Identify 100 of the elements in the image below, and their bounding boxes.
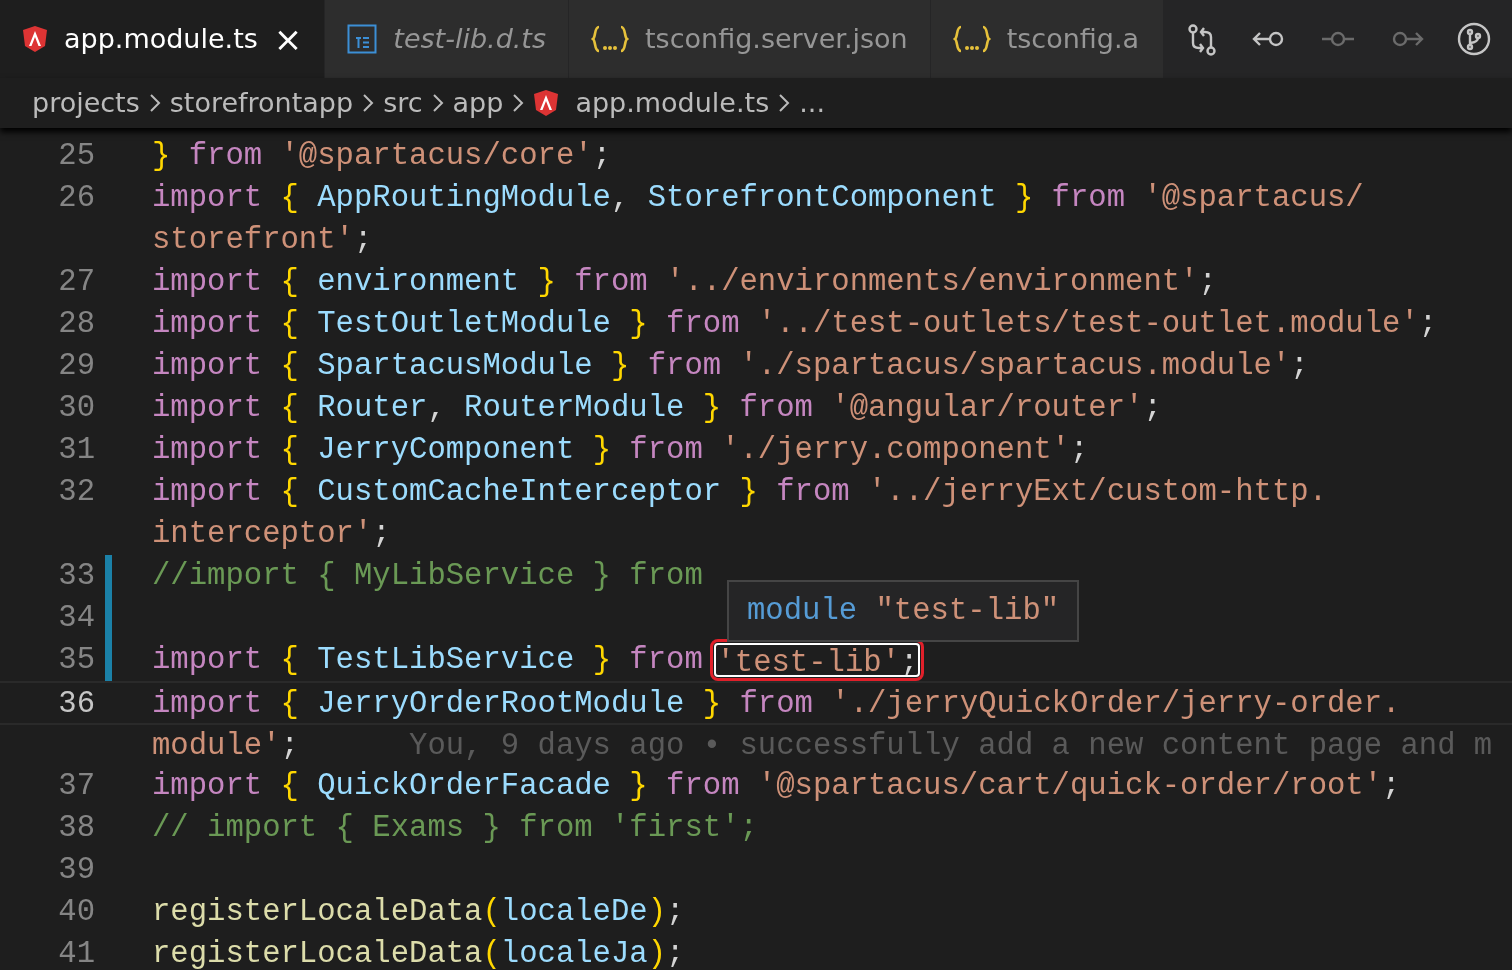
file-type-icon [347,24,378,54]
code-token: localeDe [500,894,648,931]
line-number: 34 [57,600,95,637]
code-token: environment [317,264,520,301]
code-token: interceptor' [152,516,373,553]
shield-icon [22,25,48,53]
code-token: import [152,264,263,301]
code-token: Router [317,390,428,427]
code-token: storefront' [152,222,354,259]
code-token: import [152,306,263,343]
code-token: './jerry.component' [721,432,1070,469]
code-token: } [739,474,758,511]
editor-tab[interactable]: tsconfig.a [930,0,1164,78]
code-token: from [574,264,648,301]
code-token: '@spartacus/ [1143,180,1364,217]
code-token: from [666,306,740,343]
code-token: StorefrontComponent [647,180,997,217]
line-number: 26 [57,180,95,217]
code-token: { [280,180,299,217]
code-token: from [629,642,703,679]
line-number: 27 [57,264,95,301]
code-token: '../test-outlets/test-outlet.module' [757,306,1419,343]
line-number: 28 [57,306,95,343]
code-token: ; [280,728,299,765]
editor-tab[interactable]: tsconfig.server.json [569,0,931,78]
code-token: import [152,432,263,469]
editor-tab[interactable]: test-lib.d.ts [325,0,570,78]
code-token: { [280,642,299,679]
line-number: 39 [57,852,95,889]
code-token: { [280,348,299,385]
code-token: ; [666,936,685,970]
code-token: , [427,390,446,427]
line-number: 25 [57,138,95,175]
code-token: , [611,180,630,217]
line-number: 35 [57,642,95,679]
code-token: registerLocaleData [152,936,483,970]
code-token: } [702,686,722,723]
line-number: 40 [57,894,95,931]
code-token: { [280,768,299,805]
editor-tab[interactable]: app.module.ts × [0,0,326,78]
code-token: from [629,432,703,469]
code-token: } [629,306,648,343]
code-token: ( [482,894,501,931]
code-token: AppRoutingModule [317,180,611,217]
code-token: import [152,642,263,679]
code-token: } [611,348,630,385]
code-token: { [280,474,299,511]
code-token: from [666,768,740,805]
code-token: } [592,642,611,679]
code-token: { [280,686,299,723]
code-token: '@angular/router' [831,390,1144,427]
code-token: } [702,390,722,427]
code-token: ; [1290,348,1309,385]
code-token: } [152,138,171,175]
code-token: './jerryQuickOrder/jerry-order. [831,686,1401,723]
code-token: } [537,264,556,301]
code-token: 'test-lib' [716,645,900,678]
code-token: import [152,390,263,427]
code-token: import [152,474,263,511]
code-comment: // import { Exams } from 'first'; [152,810,758,847]
code-token: module [747,594,858,628]
line-number: 31 [57,432,95,469]
code-token: from [188,138,263,175]
branch-icon [1456,21,1492,57]
line-number: 37 [57,768,95,805]
code-token: from [739,686,813,723]
shield-icon [533,89,560,117]
code-token: ( [482,936,501,970]
braces-icon [952,25,991,53]
code-token: { [280,432,299,469]
breadcrumb-item[interactable]: src [383,82,423,124]
code-token: ; [666,894,685,931]
code-token: ; [1069,432,1089,469]
code-token: "test-lib" [875,594,1060,628]
line-number: 29 [57,348,95,385]
code-token: ; [1198,264,1217,301]
breadcrumb-item[interactable]: storefrontapp [169,82,354,124]
breadcrumb-item[interactable]: app [452,82,504,124]
line-number: 41 [57,936,95,970]
code-token: './spartacus/spartacus.module' [739,348,1291,385]
close-button[interactable]: × [273,22,303,56]
code-token: JerryComponent [317,432,575,469]
code-token: } [1014,180,1034,217]
code-token: } [592,432,611,469]
code-token: ; [1143,390,1162,427]
breadcrumb-item[interactable]: ... [799,82,825,124]
breadcrumb-item[interactable]: app.module.ts [575,82,770,124]
code-token: ; [900,645,919,678]
code-token: import [152,768,263,805]
code-token: ) [647,894,667,931]
line-number: 36 [57,686,95,723]
breadcrumb-item[interactable]: projects [32,82,140,124]
code-token: from [739,390,813,427]
blame-annotation: You, 9 days ago • successfully add a new content page and m [409,728,1493,765]
code-token: '../environments/environment' [666,264,1199,301]
code-token: SpartacusModule [317,348,593,385]
code-token: '@spartacus/core' [280,138,593,175]
code-token: registerLocaleData [152,894,483,931]
line-number: 33 [57,558,95,595]
code-token: ; [353,222,373,259]
